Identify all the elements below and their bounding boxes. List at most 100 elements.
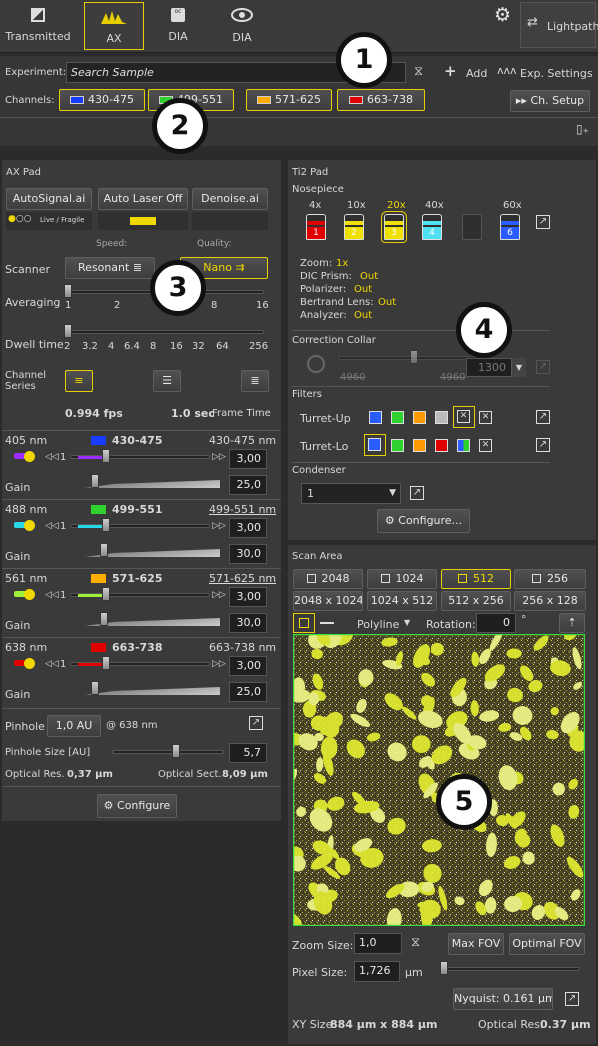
nyquist-button[interactable]: Nyquist: 0.161 µm xyxy=(453,988,553,1010)
step-down-icon[interactable]: ◁◁ xyxy=(45,452,59,462)
autosignal-button[interactable]: AutoSignal.ai xyxy=(6,188,92,210)
filter-orange[interactable] xyxy=(413,411,426,424)
denoise-button[interactable]: Denoise.ai xyxy=(192,188,268,210)
channel-663-738[interactable]: 663-738 xyxy=(337,89,425,111)
popout-icon[interactable]: ↗ xyxy=(410,486,424,500)
collar-thumb[interactable] xyxy=(410,350,418,364)
objective-4x[interactable]: 1 xyxy=(306,214,326,240)
laser-on-dot[interactable] xyxy=(24,451,35,462)
laser-power-thumb[interactable] xyxy=(102,449,110,463)
averaging-thumb[interactable] xyxy=(64,284,72,298)
laser-power-thumb[interactable] xyxy=(102,518,110,532)
popout-icon[interactable]: ↗ xyxy=(565,992,579,1006)
objective-10x[interactable]: 2 xyxy=(344,214,364,240)
series-sequential-button[interactable]: ☰ xyxy=(153,370,181,392)
step-down-icon[interactable]: ◁◁ xyxy=(45,590,59,600)
filter-green[interactable] xyxy=(391,411,404,424)
series-line-button[interactable]: ≣ xyxy=(241,370,269,392)
empty-filter-icon[interactable]: ✕ xyxy=(479,411,492,424)
objective-20x[interactable]: 3 xyxy=(381,211,407,243)
scan-rect-button[interactable]: 1024 x 512 xyxy=(367,591,437,611)
gain-input[interactable]: 30,0 xyxy=(229,613,267,633)
filter-multi[interactable] xyxy=(457,439,470,452)
zoom-size-input[interactable]: 1,0 xyxy=(354,933,402,954)
pixel-size-input[interactable]: 1,726 xyxy=(354,961,400,982)
hourglass-icon[interactable]: ⧖ xyxy=(414,64,423,79)
scan-size-512[interactable]: 512 xyxy=(441,569,511,589)
filter-orange[interactable] xyxy=(413,439,426,452)
popout-icon[interactable]: ↗ xyxy=(536,215,550,229)
optimal-fov-button[interactable]: Optimal FOV xyxy=(509,933,585,955)
polyline-select[interactable]: Polyline xyxy=(357,618,399,631)
resonant-button[interactable]: Resonant ≣ xyxy=(65,257,155,279)
exp-settings-icon[interactable]: ᴧᴧᴧ xyxy=(497,64,517,77)
step-up-icon[interactable]: ▷▷ xyxy=(212,659,226,669)
pixel-size-slider[interactable] xyxy=(444,967,580,971)
scan-rect-button[interactable]: 2048 x 1024 xyxy=(293,591,363,611)
popout-icon[interactable]: ↗ xyxy=(536,360,550,374)
channel-571-625[interactable]: 571-625 xyxy=(246,89,332,111)
popout-icon[interactable]: ↗ xyxy=(536,410,550,424)
filter-blue[interactable] xyxy=(369,411,382,424)
gain-thumb[interactable] xyxy=(91,681,99,695)
step-up-icon[interactable]: ▷▷ xyxy=(212,452,226,462)
live-fragile-box[interactable]: ●○○ Live / Fragile xyxy=(6,212,92,230)
empty-filter-icon[interactable]: ✕ xyxy=(479,439,492,452)
filter-green[interactable] xyxy=(391,439,404,452)
laser-power-input[interactable]: 3,00 xyxy=(229,518,267,538)
pixel-size-thumb[interactable] xyxy=(440,961,448,975)
popout-icon[interactable]: ↗ xyxy=(249,716,263,730)
filter-blue-selected[interactable] xyxy=(364,434,386,456)
step-down-icon[interactable]: ◁◁ xyxy=(45,659,59,669)
gain-thumb[interactable] xyxy=(91,474,99,488)
objective-40x[interactable]: 4 xyxy=(422,214,442,240)
scan-preview-image[interactable] xyxy=(293,634,585,926)
scan-size-1024[interactable]: 1024 xyxy=(367,569,437,589)
condenser-select[interactable]: 1 ▼ xyxy=(301,483,401,504)
max-fov-button[interactable]: Max FOV xyxy=(448,933,504,955)
pinhole-slider[interactable] xyxy=(112,750,224,754)
laser-power-input[interactable]: 3,00 xyxy=(229,449,267,469)
channel-430-475[interactable]: 430-475 xyxy=(59,89,145,111)
scan-rect-button[interactable]: 512 x 256 xyxy=(441,591,511,611)
pinhole-size-input[interactable]: 5,7 xyxy=(229,743,267,763)
objective-60x[interactable]: 6 xyxy=(500,214,520,240)
auto-laser-button[interactable]: Auto Laser Off xyxy=(98,188,188,210)
laser-on-dot[interactable] xyxy=(24,520,35,531)
configure-button[interactable]: ⚙ Configure xyxy=(97,794,177,818)
laser-power-input[interactable]: 3,00 xyxy=(229,587,267,607)
exp-settings-label[interactable]: Exp. Settings xyxy=(520,67,593,80)
tab-transmitted[interactable]: Transmitted xyxy=(2,2,74,50)
tab-ax[interactable]: AX xyxy=(84,2,144,50)
objective-empty[interactable] xyxy=(462,214,482,240)
rotation-input[interactable]: 0 xyxy=(476,613,516,633)
collar-input[interactable]: 1300 xyxy=(466,358,512,377)
pinhole-thumb[interactable] xyxy=(172,744,180,758)
add-label[interactable]: Add xyxy=(466,67,487,80)
popout-icon[interactable]: ↗ xyxy=(536,438,550,452)
chevron-down-icon[interactable]: ▼ xyxy=(404,618,410,627)
step-up-icon[interactable]: ▷▷ xyxy=(212,590,226,600)
dwell-slider[interactable] xyxy=(68,330,264,334)
dwell-thumb[interactable] xyxy=(64,324,72,338)
pinhole-au-button[interactable]: 1,0 AU xyxy=(47,715,101,737)
step-up-icon[interactable]: ▷▷ xyxy=(212,521,226,531)
add-icon[interactable]: + xyxy=(444,62,457,80)
upload-button[interactable]: ⇡ xyxy=(559,613,585,633)
gain-input[interactable]: 25,0 xyxy=(229,682,267,702)
line-roi-button[interactable] xyxy=(320,622,334,624)
device-add-icon[interactable]: ▯₊ xyxy=(576,122,589,136)
step-down-icon[interactable]: ◁◁ xyxy=(45,521,59,531)
collar-dropdown[interactable]: ▼ xyxy=(512,358,526,377)
tab-dia-2[interactable]: DIA xyxy=(212,2,272,50)
filter-empty-selected[interactable]: ✕ xyxy=(453,406,475,428)
series-simultaneous-button[interactable]: ≡ xyxy=(65,370,93,392)
laser-on-dot[interactable] xyxy=(24,658,35,669)
laser-power-thumb[interactable] xyxy=(102,656,110,670)
lightpath-button[interactable]: ⇄ Lightpath xyxy=(520,2,598,48)
square-roi-button[interactable] xyxy=(293,613,315,633)
gain-thumb[interactable] xyxy=(100,612,108,626)
scan-size-2048[interactable]: 2048 xyxy=(293,569,363,589)
laser-power-input[interactable]: 3,00 xyxy=(229,656,267,676)
filter-red[interactable] xyxy=(435,439,448,452)
